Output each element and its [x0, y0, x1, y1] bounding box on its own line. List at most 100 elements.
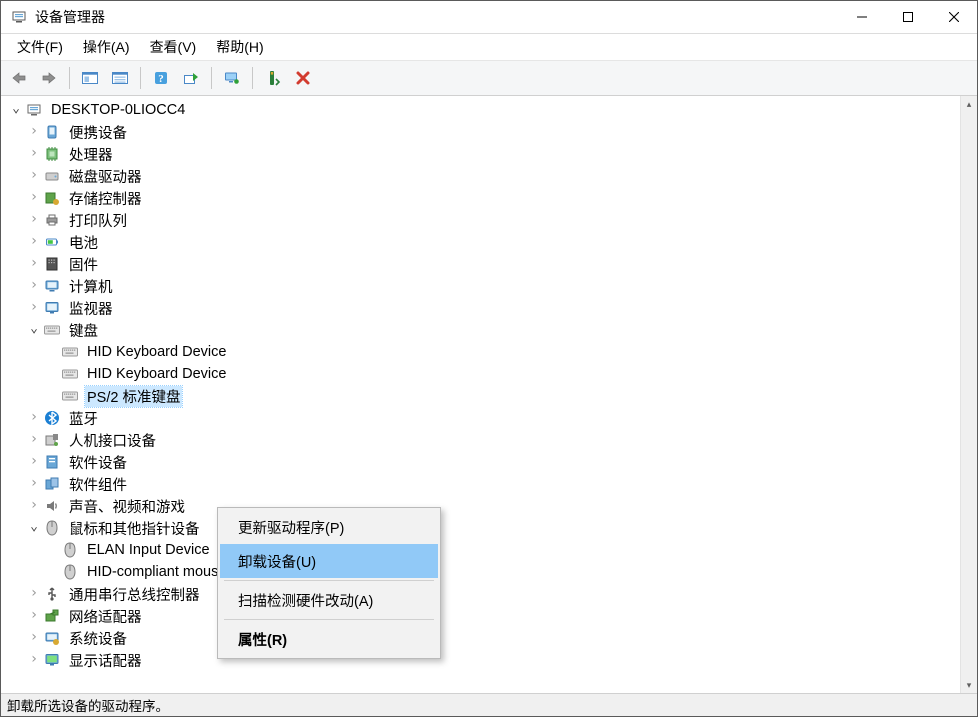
mouse-icon [61, 541, 79, 559]
expander-icon[interactable] [27, 454, 41, 470]
back-button[interactable] [5, 64, 33, 92]
tree-category[interactable]: 存储控制器 [1, 187, 961, 209]
expander-icon[interactable] [27, 234, 41, 250]
tree-category[interactable]: 声音、视频和游戏 [1, 495, 961, 517]
tree-category[interactable]: 网络适配器 [1, 605, 961, 627]
show-tree-button[interactable] [76, 64, 104, 92]
tree-category-label: 固件 [67, 254, 100, 275]
tree-device[interactable]: HID Keyboard Device [1, 363, 961, 385]
computer-root-icon [25, 101, 43, 119]
tree-category[interactable]: 软件设备 [1, 451, 961, 473]
tree-category-label: 鼠标和其他指针设备 [67, 518, 202, 539]
expander-icon[interactable] [27, 521, 41, 536]
expander-icon[interactable] [27, 146, 41, 162]
computer-icon [43, 277, 61, 295]
tree-category[interactable]: 打印队列 [1, 209, 961, 231]
tree-device[interactable]: ELAN Input Device [1, 539, 961, 561]
tree-category-label: 网络适配器 [67, 606, 144, 627]
tree-category-label: 蓝牙 [67, 408, 100, 429]
tree-category[interactable]: 蓝牙 [1, 407, 961, 429]
portable-icon [43, 123, 61, 141]
tree-category[interactable]: 固件 [1, 253, 961, 275]
tree-category-label: 磁盘驱动器 [67, 166, 144, 187]
details-button[interactable] [106, 64, 134, 92]
expander-icon[interactable] [27, 410, 41, 426]
tree-root[interactable]: DESKTOP-0LIOCC4 [1, 99, 961, 121]
mouse-icon [43, 519, 61, 537]
tree-category[interactable]: 通用串行总线控制器 [1, 583, 961, 605]
tree-category-keyboards[interactable]: 键盘 [1, 319, 961, 341]
usb-icon [43, 585, 61, 603]
expander-icon[interactable] [27, 652, 41, 668]
keyboard-icon [43, 321, 61, 339]
scan-hardware-button[interactable] [259, 64, 287, 92]
software-icon [43, 453, 61, 471]
cm-scan-hardware[interactable]: 扫描检测硬件改动(A) [220, 583, 438, 617]
cm-separator [224, 619, 434, 620]
tree-category[interactable]: 处理器 [1, 143, 961, 165]
cm-update-driver[interactable]: 更新驱动程序(P) [220, 510, 438, 544]
expander-icon[interactable] [27, 256, 41, 272]
svg-text:?: ? [158, 73, 164, 85]
expander-icon[interactable] [27, 300, 41, 316]
action-button[interactable] [177, 64, 205, 92]
network-icon [43, 607, 61, 625]
keyboard-icon [61, 365, 79, 383]
cpu-icon [43, 145, 61, 163]
expander-icon[interactable] [27, 476, 41, 492]
tree-category[interactable]: 监视器 [1, 297, 961, 319]
menu-action[interactable]: 操作(A) [73, 34, 140, 60]
expander-icon[interactable] [27, 586, 41, 602]
toolbar-separator [211, 67, 212, 89]
expander-icon[interactable] [27, 608, 41, 624]
expander-icon[interactable] [27, 190, 41, 206]
close-button[interactable] [931, 1, 977, 33]
tree-category-mice[interactable]: 鼠标和其他指针设备 [1, 517, 961, 539]
tree-category[interactable]: 电池 [1, 231, 961, 253]
tree-device[interactable]: HID-compliant mouse [1, 561, 961, 583]
expander-icon[interactable] [27, 278, 41, 294]
tree-device-selected[interactable]: PS/2 标准键盘 [1, 385, 961, 407]
tree-category-label: 显示话配器 [67, 650, 144, 671]
expander-icon[interactable] [27, 323, 41, 338]
tree-category-label: 监视器 [67, 298, 115, 319]
expander-icon[interactable] [27, 168, 41, 184]
device-tree[interactable]: DESKTOP-0LIOCC4 便携设备 处理器 [1, 96, 961, 693]
forward-button[interactable] [35, 64, 63, 92]
expander-icon[interactable] [27, 432, 41, 448]
menu-file[interactable]: 文件(F) [7, 34, 73, 60]
expander-icon[interactable] [9, 103, 23, 118]
expander-icon[interactable] [27, 124, 41, 140]
menu-help[interactable]: 帮助(H) [206, 34, 273, 60]
tree-category[interactable]: 人机接口设备 [1, 429, 961, 451]
expander-icon[interactable] [27, 498, 41, 514]
tree-device[interactable]: HID Keyboard Device [1, 341, 961, 363]
expander-icon[interactable] [27, 630, 41, 646]
cm-uninstall-device[interactable]: 卸载设备(U) [220, 544, 438, 578]
scroll-down-icon[interactable]: ▾ [961, 677, 977, 693]
menu-view[interactable]: 查看(V) [140, 34, 207, 60]
minimize-button[interactable] [839, 1, 885, 33]
tree-category-label: 打印队列 [67, 210, 129, 231]
uninstall-button[interactable] [289, 64, 317, 92]
maximize-button[interactable] [885, 1, 931, 33]
tree-category[interactable]: 软件组件 [1, 473, 961, 495]
context-menu: 更新驱动程序(P) 卸载设备(U) 扫描检测硬件改动(A) 属性(R) [217, 507, 441, 659]
client-area: DESKTOP-0LIOCC4 便携设备 处理器 [1, 96, 977, 693]
tree-category[interactable]: 显示话配器 [1, 649, 961, 671]
tree-category[interactable]: 磁盘驱动器 [1, 165, 961, 187]
tree-category[interactable]: 计算机 [1, 275, 961, 297]
expander-icon[interactable] [27, 212, 41, 228]
vertical-scrollbar[interactable]: ▴ ▾ [960, 96, 977, 693]
tree-device-label: HID Keyboard Device [85, 344, 228, 360]
help-button[interactable]: ? [147, 64, 175, 92]
tree-category-label: 处理器 [67, 144, 115, 165]
tree-device-label: ELAN Input Device [85, 542, 212, 558]
remote-computer-button[interactable] [218, 64, 246, 92]
scroll-up-icon[interactable]: ▴ [961, 96, 977, 112]
tree-category-label: 软件组件 [67, 474, 129, 495]
cm-properties[interactable]: 属性(R) [220, 622, 438, 656]
tree-category[interactable]: 便携设备 [1, 121, 961, 143]
system-icon [43, 629, 61, 647]
tree-category[interactable]: 系统设备 [1, 627, 961, 649]
